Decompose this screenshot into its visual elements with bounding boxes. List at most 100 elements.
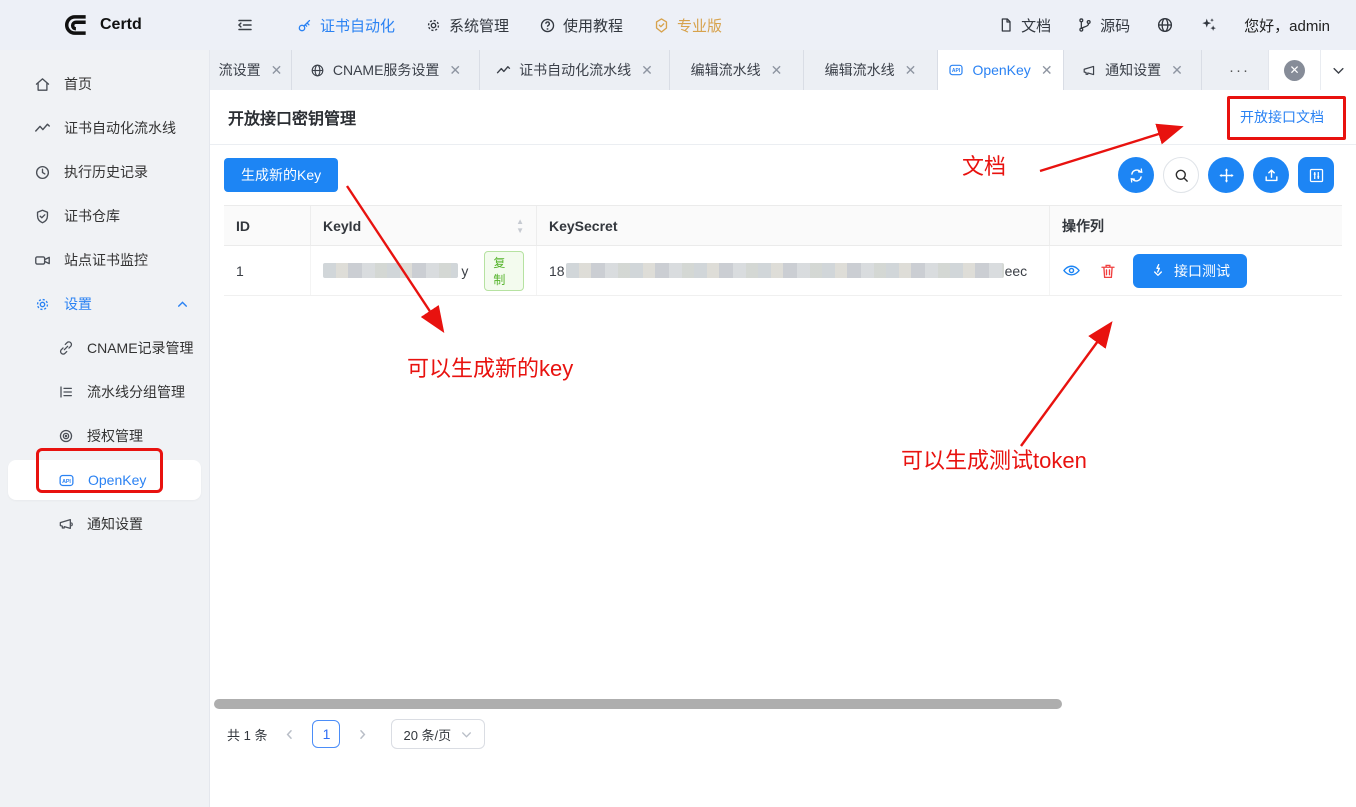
globe-icon[interactable]	[1156, 16, 1174, 34]
page-size-value: 20 条/页	[403, 725, 451, 744]
table-header: ID KeyId ▲▼ KeySecret 操作列	[224, 206, 1342, 246]
tab-edit-pipeline-1[interactable]: 编辑流水线 ✕	[670, 50, 804, 90]
tab-edit-pipeline-2[interactable]: 编辑流水线 ✕	[804, 50, 938, 90]
tab-openkey[interactable]: API OpenKey ✕	[938, 50, 1064, 90]
sidebar-item-cert-repo[interactable]: 证书仓库	[0, 194, 209, 238]
next-page-button[interactable]	[355, 727, 370, 742]
sidebar-item-label: 设置	[64, 294, 92, 314]
sidebar-item-pipeline-groups[interactable]: 流水线分组管理	[0, 370, 209, 414]
app-logo[interactable]: Certd	[0, 12, 212, 38]
header-link-source[interactable]: 源码	[1077, 15, 1130, 36]
secret-suffix-text: eec	[1005, 263, 1028, 279]
open-api-doc-link[interactable]: 开放接口文档	[1240, 107, 1324, 127]
close-icon[interactable]: ✕	[271, 62, 283, 79]
tab-more-button[interactable]: ···	[1211, 50, 1268, 90]
tab-bar: 流设置 ✕ CNAME服务设置 ✕ 证书自动化流水线 ✕ 编辑流水线 ✕ 编辑流…	[210, 50, 1356, 90]
tab-label: 流设置	[219, 60, 261, 80]
close-icon[interactable]: ✕	[641, 62, 653, 79]
close-icon[interactable]: ✕	[449, 62, 461, 79]
sidebar-item-auth-manage[interactable]: 授权管理	[0, 414, 209, 458]
close-icon[interactable]: ✕	[771, 62, 783, 79]
move-button[interactable]	[1208, 157, 1244, 193]
column-header-id[interactable]: ID	[224, 206, 311, 245]
sidebar-item-pipelines[interactable]: 证书自动化流水线	[0, 106, 209, 150]
search-button[interactable]	[1163, 157, 1199, 193]
sidebar-item-label: 通知设置	[87, 514, 143, 534]
sparkles-icon[interactable]	[1200, 16, 1218, 34]
generate-key-button[interactable]: 生成新的Key	[224, 158, 338, 192]
pulse-icon	[34, 120, 51, 137]
sidebar-item-history[interactable]: 执行历史记录	[0, 150, 209, 194]
logo-text: Certd	[100, 16, 142, 34]
content-panel: 开放接口密钥管理 开放接口文档 生成新的Key	[210, 90, 1356, 757]
sort-icon[interactable]: ▲▼	[516, 218, 524, 234]
target-icon	[58, 428, 74, 444]
tab-cert-pipelines[interactable]: 证书自动化流水线 ✕	[480, 50, 670, 90]
sidebar-item-home[interactable]: 首页	[0, 62, 209, 106]
toolbar-buttons	[1118, 157, 1334, 193]
cell-id: 1	[224, 246, 311, 295]
delete-button[interactable]	[1099, 262, 1117, 280]
tab-list-dropdown[interactable]	[1320, 50, 1356, 90]
openkey-table: ID KeyId ▲▼ KeySecret 操作列 1	[224, 205, 1342, 296]
sidebar-item-cname-records[interactable]: CNAME记录管理	[0, 326, 209, 370]
home-icon	[34, 76, 51, 93]
menu-cert-automation[interactable]: 证书自动化	[296, 15, 395, 36]
header-right: 文档 源码 您好，admin	[998, 15, 1356, 36]
certd-app: Certd 证书自动化 系统管理 使用教程 专业版	[0, 0, 1356, 807]
close-icon[interactable]: ✕	[1171, 62, 1183, 79]
sidebar-item-settings[interactable]: 设置	[0, 282, 209, 326]
table-row: 1 y 复制 18 eec	[224, 246, 1342, 296]
page-number-button[interactable]: 1	[312, 720, 340, 748]
view-button[interactable]	[1062, 261, 1081, 280]
tab-settings-truncated[interactable]: 流设置 ✕	[210, 50, 292, 90]
api-test-button[interactable]: 接口测试	[1133, 254, 1247, 288]
close-icon[interactable]: ✕	[905, 62, 917, 79]
globe-icon	[310, 63, 325, 78]
sidebar-item-label: CNAME记录管理	[87, 338, 194, 358]
list-icon	[58, 384, 74, 400]
horizontal-scrollbar[interactable]	[214, 699, 1062, 709]
collapse-menu-icon[interactable]	[236, 16, 254, 34]
sidebar-item-notify-settings[interactable]: 通知设置	[0, 502, 209, 546]
chevron-up-icon[interactable]	[176, 298, 189, 311]
pulse-icon	[496, 63, 511, 78]
redacted-keyid	[323, 263, 458, 278]
menu-pro-edition[interactable]: 专业版	[653, 15, 722, 36]
main-area: 流设置 ✕ CNAME服务设置 ✕ 证书自动化流水线 ✕ 编辑流水线 ✕ 编辑流…	[210, 50, 1356, 807]
column-label: ID	[236, 218, 250, 234]
sidebar-item-label: 流水线分组管理	[87, 382, 185, 402]
menu-label: 系统管理	[449, 15, 509, 36]
eye-icon	[1062, 261, 1081, 280]
page-title: 开放接口密钥管理	[228, 105, 356, 129]
sidebar-item-label: 执行历史记录	[64, 162, 148, 182]
column-settings-button[interactable]	[1298, 157, 1334, 193]
close-circle-icon: ✕	[1284, 60, 1305, 81]
menu-label: 专业版	[677, 15, 722, 36]
header-link-docs[interactable]: 文档	[998, 15, 1051, 36]
tab-cname-service[interactable]: CNAME服务设置 ✕	[292, 50, 480, 90]
tab-notify-settings[interactable]: 通知设置 ✕	[1064, 50, 1202, 90]
user-greeting[interactable]: 您好，admin	[1244, 15, 1330, 36]
menu-tutorial[interactable]: 使用教程	[539, 15, 623, 36]
copy-button[interactable]: 复制	[484, 251, 524, 291]
header-link-label: 文档	[1021, 15, 1051, 36]
keyid-visible-text: y	[461, 263, 468, 279]
sidebar-item-site-monitor[interactable]: 站点证书监控	[0, 238, 209, 282]
refresh-button[interactable]	[1118, 157, 1154, 193]
column-header-keysecret[interactable]: KeySecret	[537, 206, 1050, 245]
menu-system-manage[interactable]: 系统管理	[425, 15, 509, 36]
prev-page-button[interactable]	[282, 727, 297, 742]
column-header-keyid[interactable]: KeyId ▲▼	[311, 206, 537, 245]
toolbar: 生成新的Key	[210, 145, 1356, 205]
page-size-select[interactable]: 20 条/页	[391, 719, 485, 749]
menu-label: 使用教程	[563, 15, 623, 36]
export-button[interactable]	[1253, 157, 1289, 193]
api-icon: API	[948, 62, 964, 78]
api-test-label: 接口测试	[1174, 261, 1230, 281]
video-camera-icon	[34, 252, 51, 269]
close-all-tabs-button[interactable]: ✕	[1268, 50, 1320, 90]
chevron-down-icon	[460, 728, 473, 741]
close-icon[interactable]: ✕	[1041, 62, 1053, 79]
sidebar-item-openkey[interactable]: API OpenKey	[8, 460, 201, 500]
